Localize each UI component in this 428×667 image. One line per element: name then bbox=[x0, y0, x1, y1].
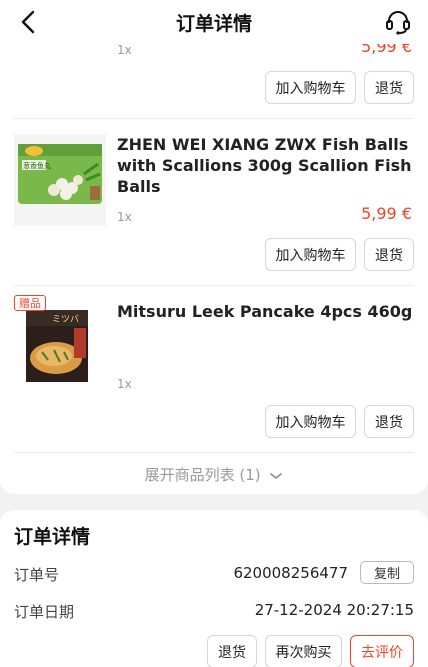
product-name[interactable]: Mitsuru Leek Pancake 4pcs 460g bbox=[117, 301, 417, 322]
order-details-card: 订单详情 订单号 620008256477 复制 订单日期 27-12-2024… bbox=[0, 510, 428, 667]
page-title: 订单详情 bbox=[175, 13, 252, 35]
order-number-value: 620008256477 bbox=[233, 564, 348, 582]
package-label: 葱香鱼丸 bbox=[23, 161, 51, 170]
order-date-label: 订单日期 bbox=[14, 603, 75, 621]
item-divider bbox=[14, 118, 414, 119]
item-quantity: 1x bbox=[117, 377, 132, 391]
return-order-button[interactable]: 退货 bbox=[207, 635, 257, 667]
item-quantity: 1x bbox=[117, 44, 132, 57]
buy-again-button[interactable]: 再次购买 bbox=[265, 635, 342, 667]
add-to-cart-button[interactable]: 加入购物车 bbox=[265, 71, 356, 104]
item-quantity: 1x bbox=[117, 210, 132, 224]
order-details-heading: 订单详情 bbox=[14, 526, 91, 548]
customer-service-icon[interactable] bbox=[384, 8, 412, 36]
copy-order-number-button[interactable]: 复制 bbox=[360, 561, 414, 584]
add-to-cart-button[interactable]: 加入购物车 bbox=[265, 238, 356, 271]
chevron-down-icon bbox=[270, 472, 283, 479]
product-name[interactable]: ZHEN WEI XIANG ZWX Fish Balls with Scall… bbox=[117, 134, 417, 197]
product-list-card: 1x 5,99 € 加入购物车 退货 葱香鱼丸 ZHEN WEI XIANG Z… bbox=[0, 44, 428, 494]
item-divider bbox=[14, 452, 414, 453]
item-price: 5,99 € bbox=[361, 204, 412, 223]
leek-pancake-product-image[interactable]: ミツバ bbox=[14, 302, 106, 394]
item-divider bbox=[14, 285, 414, 286]
header-bar: 订单详情 bbox=[0, 0, 428, 44]
return-item-button[interactable]: 退货 bbox=[364, 238, 414, 271]
add-to-cart-button[interactable]: 加入购物车 bbox=[265, 405, 356, 438]
item-price: 5,99 € bbox=[361, 44, 412, 56]
return-item-button[interactable]: 退货 bbox=[364, 71, 414, 104]
write-review-button[interactable]: 去评价 bbox=[350, 635, 414, 667]
expand-label: 展开商品列表 (1) bbox=[144, 466, 261, 484]
fish-balls-product-image[interactable]: 葱香鱼丸 bbox=[14, 134, 106, 226]
package-label: ミツバ bbox=[52, 314, 79, 325]
gift-badge: 赠品 bbox=[14, 295, 46, 311]
order-number-label: 订单号 bbox=[14, 566, 60, 584]
order-date-value: 27-12-2024 20:27:15 bbox=[254, 601, 414, 619]
return-item-button[interactable]: 退货 bbox=[364, 405, 414, 438]
expand-product-list-link[interactable]: 展开商品列表 (1) bbox=[0, 464, 428, 485]
